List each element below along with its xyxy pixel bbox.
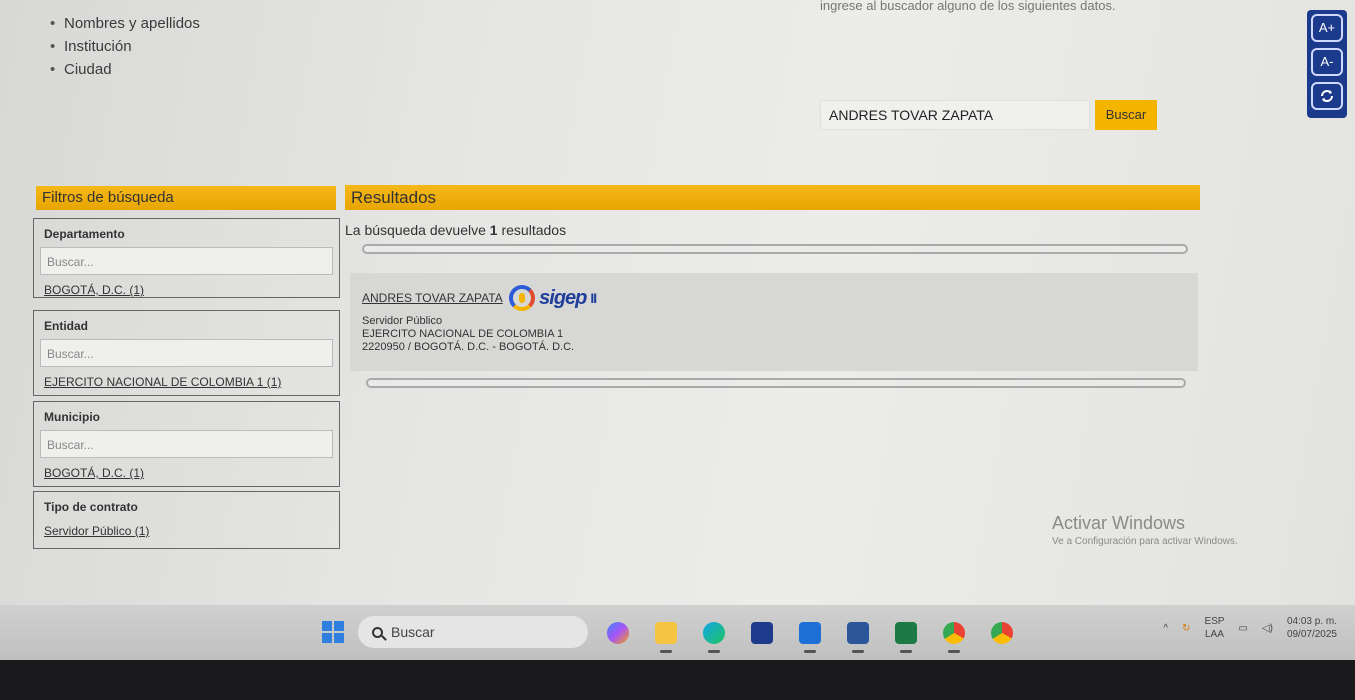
filter-departamento-option[interactable]: BOGOTÁ, D.C. (1) bbox=[44, 283, 333, 297]
taskbar: Buscar ^ ↻ ESP LAA ▭ ◁) 04:03 p. m. 09/0… bbox=[0, 605, 1355, 660]
filter-entidad-option[interactable]: EJERCITO NACIONAL DE COLOMBIA 1 (1) bbox=[44, 375, 333, 389]
filter-departamento-input[interactable]: Buscar... bbox=[40, 247, 333, 275]
filters-title: Filtros de búsqueda bbox=[36, 186, 336, 210]
search-icon bbox=[372, 627, 383, 638]
browser-viewport: Nombres y apellidos Institución Ciudad i… bbox=[0, 0, 1355, 665]
outlook-icon[interactable] bbox=[792, 615, 828, 653]
refresh-icon[interactable] bbox=[1311, 82, 1343, 110]
windows-start-icon[interactable] bbox=[322, 621, 344, 643]
pagination-bar[interactable] bbox=[366, 378, 1186, 388]
search-input[interactable]: ANDRES TOVAR ZAPATA bbox=[820, 100, 1090, 130]
store-icon[interactable] bbox=[744, 615, 780, 651]
result-item: ANDRES TOVAR ZAPATA sigep II Servidor Pú… bbox=[350, 273, 1198, 371]
filter-tipo-contrato: Tipo de contrato Servidor Público (1) bbox=[33, 491, 340, 549]
chevron-up-icon[interactable]: ^ bbox=[1163, 623, 1168, 634]
filter-label: Tipo de contrato bbox=[44, 500, 138, 514]
taskbar-search[interactable]: Buscar bbox=[358, 616, 588, 648]
accessibility-panel: A+ A- bbox=[1307, 10, 1347, 118]
filter-entidad: Entidad Buscar... EJERCITO NACIONAL DE C… bbox=[33, 310, 340, 396]
criteria-item: Ciudad bbox=[50, 58, 200, 81]
sigep-logo-icon bbox=[509, 285, 536, 311]
volume-icon[interactable]: ◁) bbox=[1262, 623, 1273, 634]
word-icon[interactable] bbox=[840, 615, 876, 653]
search-button[interactable]: Buscar bbox=[1095, 100, 1157, 130]
chrome-icon[interactable] bbox=[936, 615, 972, 653]
search-criteria-list: Nombres y apellidos Institución Ciudad bbox=[50, 12, 200, 81]
filter-municipio-input[interactable]: Buscar... bbox=[40, 430, 333, 458]
results-count: La búsqueda devuelve 1 resultados bbox=[345, 222, 567, 238]
taskbar-apps bbox=[600, 615, 1020, 653]
network-icon[interactable]: ▭ bbox=[1238, 623, 1247, 634]
filter-label: Entidad bbox=[44, 319, 88, 333]
result-name-link[interactable]: ANDRES TOVAR ZAPATA bbox=[362, 291, 503, 305]
filter-label: Departamento bbox=[44, 227, 125, 241]
search-hint: ingrese al buscador alguno de los siguie… bbox=[820, 0, 1116, 13]
language-indicator[interactable]: ESP LAA bbox=[1204, 615, 1224, 641]
activation-watermark: Activar Windows Ve a Configuración para … bbox=[1052, 513, 1238, 547]
filter-municipio-option[interactable]: BOGOTÁ, D.C. (1) bbox=[44, 466, 333, 480]
edge-icon[interactable] bbox=[696, 615, 732, 653]
filter-entidad-input[interactable]: Buscar... bbox=[40, 339, 333, 367]
sigep-logo: sigep II bbox=[509, 285, 597, 311]
pagination-bar[interactable] bbox=[362, 244, 1188, 254]
result-entity: EJERCITO NACIONAL DE COLOMBIA 1 bbox=[362, 328, 564, 340]
result-role: Servidor Público bbox=[362, 315, 443, 327]
filter-label: Municipio bbox=[44, 410, 100, 424]
increase-font-button[interactable]: A+ bbox=[1311, 14, 1343, 42]
result-location: 2220950 / BOGOTÁ. D.C. - BOGOTÁ. D.C. bbox=[362, 341, 575, 353]
excel-icon[interactable] bbox=[888, 615, 924, 653]
filter-municipio: Municipio Buscar... BOGOTÁ, D.C. (1) bbox=[33, 401, 340, 487]
copilot-icon[interactable] bbox=[600, 615, 636, 651]
filter-tipo-contrato-option[interactable]: Servidor Público (1) bbox=[44, 524, 333, 538]
chrome-alt-icon[interactable] bbox=[984, 615, 1020, 651]
file-explorer-icon[interactable] bbox=[648, 615, 684, 653]
filter-departamento: Departamento Buscar... BOGOTÁ, D.C. (1) bbox=[33, 218, 340, 298]
monitor-bezel bbox=[0, 660, 1355, 700]
results-title: Resultados bbox=[345, 185, 1200, 210]
criteria-item: Institución bbox=[50, 35, 200, 58]
system-tray: ^ ↻ ESP LAA ▭ ◁) 04:03 p. m. 09/07/2025 bbox=[1163, 615, 1337, 641]
sync-icon[interactable]: ↻ bbox=[1182, 623, 1190, 634]
clock[interactable]: 04:03 p. m. 09/07/2025 bbox=[1287, 615, 1337, 641]
criteria-item: Nombres y apellidos bbox=[50, 12, 200, 35]
decrease-font-button[interactable]: A- bbox=[1311, 48, 1343, 76]
